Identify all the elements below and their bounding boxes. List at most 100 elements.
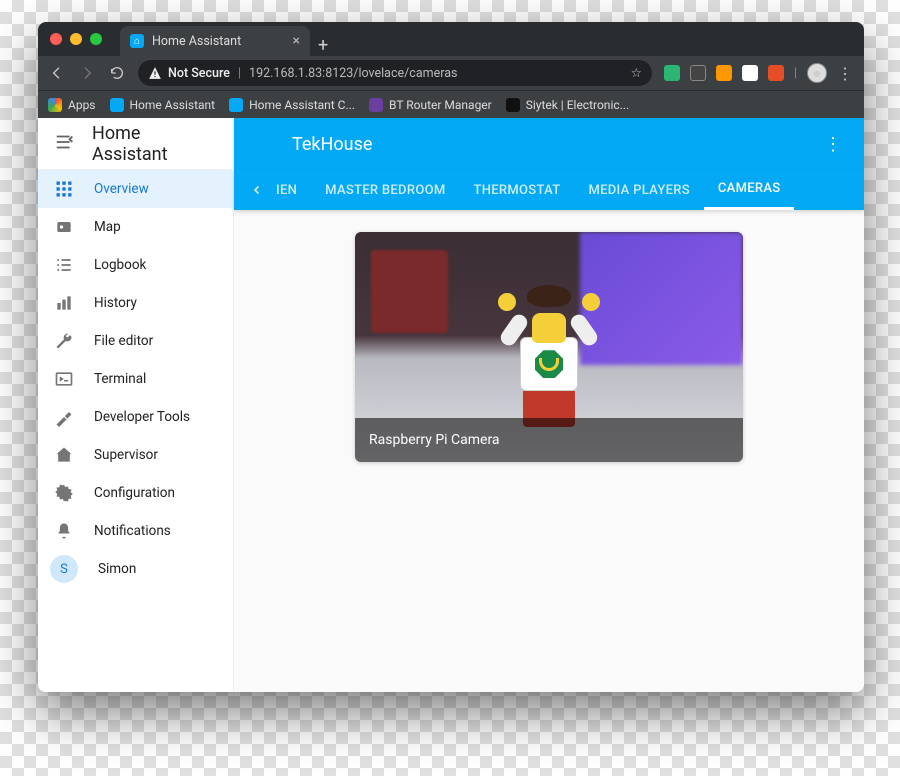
dashboard-title: TekHouse	[292, 134, 372, 155]
user-name-label: Simon	[98, 561, 136, 577]
sidebar-item-label: Configuration	[94, 485, 175, 501]
view-tab[interactable]: IEN	[272, 170, 311, 210]
close-window-button[interactable]	[50, 33, 62, 45]
sidebar-item-user[interactable]: S Simon	[38, 550, 233, 588]
sidebar-item-terminal[interactable]: Terminal	[38, 360, 233, 398]
camera-name: Raspberry Pi Camera	[369, 432, 500, 448]
bookmark-favicon-icon	[110, 98, 124, 112]
home-assistant-icon	[54, 445, 74, 465]
extension-icon[interactable]	[716, 65, 732, 81]
sidebar-item-history[interactable]: History	[38, 284, 233, 322]
tab-label: CAMERAS	[718, 181, 781, 196]
sidebar-item-logbook[interactable]: Logbook	[38, 246, 233, 284]
apps-label: Apps	[68, 98, 96, 112]
tab-label: IEN	[276, 183, 297, 198]
sidebar-item-map[interactable]: Map	[38, 208, 233, 246]
sidebar-item-overview[interactable]: Overview	[38, 170, 233, 208]
sidebar-item-label: Logbook	[94, 257, 146, 273]
window-controls	[50, 33, 102, 45]
fullscreen-window-button[interactable]	[90, 33, 102, 45]
omnibox-separator: |	[238, 66, 241, 81]
browser-menu-icon[interactable]: ⋮	[837, 64, 854, 83]
bell-icon	[54, 521, 74, 541]
chart-icon	[54, 293, 74, 313]
sidebar-item-label: Overview	[94, 181, 149, 197]
header-menu-icon[interactable]: ⋮	[824, 134, 844, 155]
bookmark-label: Home Assistant C...	[249, 98, 355, 112]
sidebar-item-supervisor[interactable]: Supervisor	[38, 436, 233, 474]
view-tab[interactable]: MASTER BEDROOM	[311, 170, 459, 210]
tab-label: THERMOSTAT	[474, 183, 561, 198]
sidebar-item-configuration[interactable]: Configuration	[38, 474, 233, 512]
main-panel: TekHouse ⋮ IEN MASTER BEDROOM THERMOSTAT…	[234, 118, 864, 692]
omnibox[interactable]: Not Secure | 192.168.1.83:8123/lovelace/…	[138, 60, 652, 86]
sidebar-brand: Home Assistant	[92, 123, 217, 165]
favicon-icon: ⌂	[130, 34, 144, 48]
extension-icon[interactable]	[768, 65, 784, 81]
sidebar-item-label: Supervisor	[94, 447, 158, 463]
sidebar-item-file-editor[interactable]: File editor	[38, 322, 233, 360]
reload-button[interactable]	[108, 65, 126, 81]
tabs-scroll-left-icon[interactable]	[242, 184, 272, 196]
browser-window: ⌂ Home Assistant × + Not Secure | 192.16…	[38, 22, 864, 692]
bookmark-favicon-icon	[506, 98, 520, 112]
grid-icon	[54, 179, 74, 199]
view-tabs: IEN MASTER BEDROOM THERMOSTAT MEDIA PLAY…	[234, 170, 864, 210]
bookmark-favicon-icon	[369, 98, 383, 112]
camera-caption: Raspberry Pi Camera	[355, 418, 743, 462]
bookmark-favicon-icon	[229, 98, 243, 112]
sidebar-item-label: Developer Tools	[94, 409, 190, 425]
url-text: 192.168.1.83:8123/lovelace/cameras	[249, 66, 457, 81]
sidebar-item-label: History	[94, 295, 137, 311]
titlebar: ⌂ Home Assistant × +	[38, 22, 864, 56]
sidebar-item-label: Map	[94, 219, 121, 235]
view-tab[interactable]: MEDIA PLAYERS	[574, 170, 703, 210]
new-tab-button[interactable]: +	[318, 35, 328, 56]
security-indicator: Not Secure	[148, 66, 230, 81]
close-tab-icon[interactable]: ×	[293, 33, 300, 49]
extension-icon[interactable]	[742, 65, 758, 81]
sidebar-header: Home Assistant	[38, 118, 233, 170]
camera-card[interactable]: Raspberry Pi Camera	[355, 232, 743, 462]
sidebar-item-label: Notifications	[94, 523, 171, 539]
browser-tab[interactable]: ⌂ Home Assistant ×	[120, 26, 310, 56]
view-content: Raspberry Pi Camera	[234, 210, 864, 692]
bookmark-item[interactable]: Home Assistant C...	[229, 98, 355, 112]
extension-icon[interactable]	[690, 65, 706, 81]
map-icon	[54, 217, 74, 237]
user-avatar-icon: S	[50, 555, 78, 583]
camera-image: Raspberry Pi Camera	[355, 232, 743, 462]
app-header: TekHouse ⋮	[234, 118, 864, 170]
profile-avatar[interactable]: ☻	[807, 63, 827, 83]
forward-button[interactable]	[78, 65, 96, 81]
bookmark-item[interactable]: Siytek | Electronic...	[506, 98, 629, 112]
bookmark-label: BT Router Manager	[389, 98, 492, 112]
sidebar-item-notifications[interactable]: Notifications	[38, 512, 233, 550]
list-icon	[54, 255, 74, 275]
tab-label: MEDIA PLAYERS	[588, 183, 689, 198]
gear-icon	[54, 483, 74, 503]
security-label: Not Secure	[168, 66, 230, 81]
sidebar-item-developer-tools[interactable]: Developer Tools	[38, 398, 233, 436]
wrench-icon	[54, 331, 74, 351]
apps-icon	[48, 98, 62, 112]
view-tab[interactable]: THERMOSTAT	[460, 170, 575, 210]
sidebar-item-label: Terminal	[94, 371, 146, 387]
view-tab[interactable]: CAMERAS	[704, 170, 795, 210]
hammer-icon	[54, 407, 74, 427]
back-button[interactable]	[48, 65, 66, 81]
extension-icon[interactable]	[664, 65, 680, 81]
bookmark-item[interactable]: Home Assistant	[110, 98, 216, 112]
sidebar: Home Assistant Overview Map Logbook Hist…	[38, 118, 234, 692]
sidebar-item-label: File editor	[94, 333, 153, 349]
apps-button[interactable]: Apps	[48, 98, 96, 112]
bookmark-label: Home Assistant	[130, 98, 216, 112]
camera-subject-placeholder	[520, 285, 578, 427]
menu-toggle-icon[interactable]	[54, 131, 76, 157]
bookmark-star-icon[interactable]: ☆	[631, 65, 642, 81]
app-frame: Home Assistant Overview Map Logbook Hist…	[38, 118, 864, 692]
minimize-window-button[interactable]	[70, 33, 82, 45]
extension-icons: | ☻ ⋮	[664, 63, 854, 83]
bookmark-item[interactable]: BT Router Manager	[369, 98, 492, 112]
bookmarks-bar: Apps Home Assistant Home Assistant C... …	[38, 90, 864, 118]
